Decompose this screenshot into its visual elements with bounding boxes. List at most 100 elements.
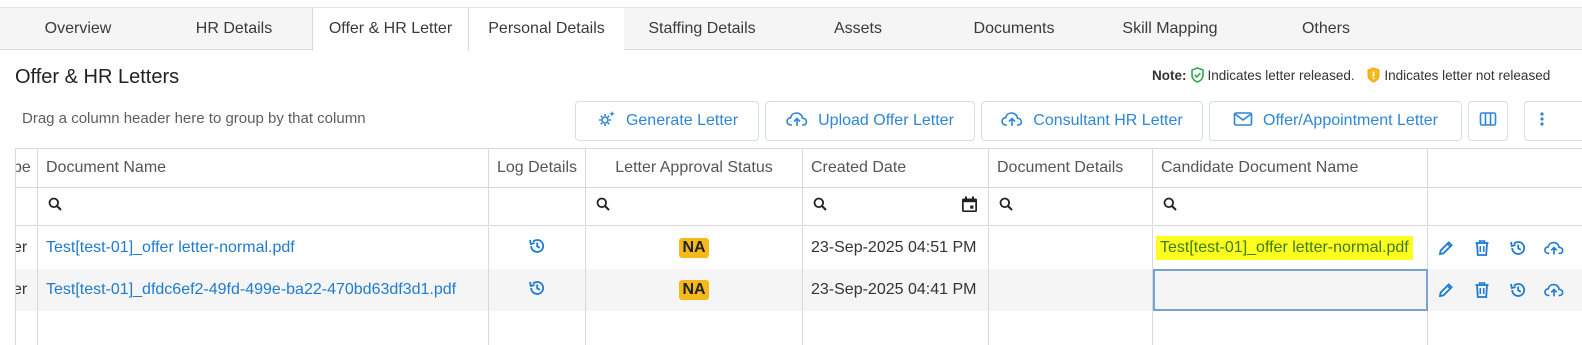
column-divider bbox=[802, 311, 803, 345]
upload-offer-letter-button[interactable]: Upload Offer Letter bbox=[765, 101, 975, 141]
tab-personal-details[interactable]: Personal Details bbox=[469, 8, 624, 50]
warning-shield-icon bbox=[1366, 67, 1381, 86]
consultant-hr-letter-button[interactable]: Consultant HR Letter bbox=[981, 101, 1203, 141]
search-icon bbox=[596, 197, 610, 216]
tab-staffing-details[interactable]: Staffing Details bbox=[624, 8, 780, 50]
calendar-icon[interactable] bbox=[961, 196, 978, 218]
column-divider bbox=[488, 311, 489, 345]
column-header-log-details[interactable]: Log Details bbox=[489, 149, 586, 187]
approval-status-cell: NA bbox=[586, 227, 803, 269]
row-actions bbox=[1428, 227, 1582, 269]
approval-status-cell: NA bbox=[586, 269, 803, 311]
gear-sparkle-icon bbox=[596, 110, 616, 133]
tab-offer-hr-letter[interactable]: Offer & HR Letter bbox=[312, 8, 469, 51]
offer-appointment-letter-button[interactable]: Offer/Appointment Letter bbox=[1209, 101, 1462, 141]
tab-assets[interactable]: Assets bbox=[780, 8, 936, 50]
filter-cell-type[interactable] bbox=[16, 188, 38, 225]
check-shield-icon bbox=[1190, 67, 1205, 86]
status-badge: NA bbox=[679, 238, 709, 258]
consultant-hr-letter-label: Consultant HR Letter bbox=[1033, 112, 1183, 129]
tab-overview[interactable]: Overview bbox=[0, 8, 156, 50]
log-details-cell bbox=[489, 269, 586, 311]
tab-documents[interactable]: Documents bbox=[936, 8, 1092, 50]
offer-appointment-letter-label: Offer/Appointment Letter bbox=[1263, 112, 1438, 129]
column-header-document-details[interactable]: Document Details bbox=[989, 149, 1153, 187]
document-name-cell[interactable]: Test[test-01]_dfdc6ef2-49fd-499e-ba22-47… bbox=[38, 269, 489, 311]
columns-icon bbox=[1479, 111, 1497, 132]
upload-offer-letter-label: Upload Offer Letter bbox=[818, 112, 954, 129]
grid-empty-area bbox=[16, 311, 1582, 345]
filter-created-date[interactable] bbox=[803, 188, 989, 225]
document-details-cell bbox=[989, 269, 1153, 311]
delete-icon[interactable] bbox=[1464, 281, 1500, 299]
search-icon bbox=[1163, 197, 1177, 216]
group-panel-hint[interactable]: Drag a column header here to group by th… bbox=[22, 110, 366, 127]
candidate-document-cell[interactable]: Test[test-01]_offer letter-normal.pdf bbox=[1153, 227, 1428, 269]
row-actions bbox=[1428, 269, 1582, 311]
column-header-created-date[interactable]: Created Date bbox=[803, 149, 989, 187]
column-header-type[interactable]: pe bbox=[16, 149, 38, 187]
type-cell: er bbox=[16, 227, 38, 269]
status-badge: NA bbox=[679, 280, 709, 300]
candidate-document-name[interactable]: Test[test-01]_offer letter-normal.pdf bbox=[1156, 236, 1413, 260]
column-divider bbox=[988, 311, 989, 345]
document-name-link[interactable]: Test[test-01]_dfdc6ef2-49fd-499e-ba22-47… bbox=[38, 281, 456, 299]
mail-icon bbox=[1233, 111, 1253, 132]
history-icon[interactable] bbox=[528, 279, 546, 302]
edit-icon[interactable] bbox=[1428, 239, 1464, 257]
cloud-upload-icon[interactable] bbox=[1536, 240, 1572, 256]
filter-candidate-document-name[interactable] bbox=[1153, 188, 1428, 225]
column-divider bbox=[1152, 311, 1153, 345]
filter-document-details[interactable] bbox=[989, 188, 1153, 225]
search-icon bbox=[48, 197, 62, 216]
cloud-upload-icon bbox=[1001, 111, 1023, 132]
filter-actions bbox=[1428, 188, 1582, 225]
search-icon bbox=[813, 197, 827, 216]
created-date-cell: 23-Sep-2025 04:41 PM bbox=[803, 269, 989, 311]
history-icon[interactable] bbox=[528, 237, 546, 260]
filter-approval-status[interactable] bbox=[586, 188, 803, 225]
section-title: Offer & HR Letters bbox=[15, 66, 180, 88]
type-cell: er bbox=[16, 269, 38, 311]
column-divider bbox=[37, 311, 38, 345]
note-label: Note: bbox=[1152, 68, 1187, 83]
column-header-approval-status[interactable]: Letter Approval Status bbox=[586, 149, 803, 187]
grid-header-row: pe Document Name Log Details Letter Appr… bbox=[16, 149, 1582, 188]
legend-note: Note: Indicates letter released. Indicate… bbox=[1152, 67, 1550, 86]
candidate-document-cell[interactable] bbox=[1153, 269, 1428, 311]
edit-icon[interactable] bbox=[1428, 281, 1464, 299]
table-row[interactable]: er Test[test-01]_offer letter-normal.pdf… bbox=[16, 227, 1582, 269]
cloud-upload-icon[interactable] bbox=[1536, 282, 1572, 298]
log-details-cell bbox=[489, 227, 586, 269]
column-header-document-name[interactable]: Document Name bbox=[38, 149, 489, 187]
tab-others[interactable]: Others bbox=[1248, 8, 1404, 50]
filter-document-name[interactable] bbox=[38, 188, 489, 225]
letters-grid: pe Document Name Log Details Letter Appr… bbox=[15, 148, 1582, 345]
cloud-upload-icon bbox=[786, 111, 808, 132]
tab-skill-mapping[interactable]: Skill Mapping bbox=[1092, 8, 1248, 50]
tab-hr-details[interactable]: HR Details bbox=[156, 8, 312, 50]
column-header-candidate-document-name[interactable]: Candidate Document Name bbox=[1153, 149, 1428, 187]
created-date-cell: 23-Sep-2025 04:51 PM bbox=[803, 227, 989, 269]
search-icon bbox=[999, 197, 1013, 216]
legend-released-text: Indicates letter released. bbox=[1207, 68, 1355, 83]
history-icon[interactable] bbox=[1500, 239, 1536, 257]
filter-log-details bbox=[489, 188, 586, 225]
column-divider bbox=[1427, 311, 1428, 345]
more-vertical-icon bbox=[1539, 111, 1545, 132]
generate-letter-label: Generate Letter bbox=[625, 112, 739, 129]
tab-bar: Overview HR Details Offer & HR Letter Pe… bbox=[0, 7, 1582, 51]
column-header-actions bbox=[1428, 149, 1582, 187]
column-chooser-button[interactable] bbox=[1468, 101, 1508, 141]
legend-not-released-text: Indicates letter not released bbox=[1384, 68, 1551, 83]
delete-icon[interactable] bbox=[1464, 239, 1500, 257]
generate-letter-button[interactable]: Generate Letter bbox=[575, 101, 759, 141]
table-row[interactable]: er Test[test-01]_dfdc6ef2-49fd-499e-ba22… bbox=[16, 269, 1582, 311]
document-details-cell bbox=[989, 227, 1153, 269]
column-divider bbox=[585, 311, 586, 345]
document-name-link[interactable]: Test[test-01]_offer letter-normal.pdf bbox=[38, 239, 295, 257]
grid-filter-row bbox=[16, 188, 1582, 226]
document-name-cell[interactable]: Test[test-01]_offer letter-normal.pdf bbox=[38, 227, 489, 269]
history-icon[interactable] bbox=[1500, 281, 1536, 299]
more-options-button[interactable] bbox=[1524, 101, 1582, 141]
